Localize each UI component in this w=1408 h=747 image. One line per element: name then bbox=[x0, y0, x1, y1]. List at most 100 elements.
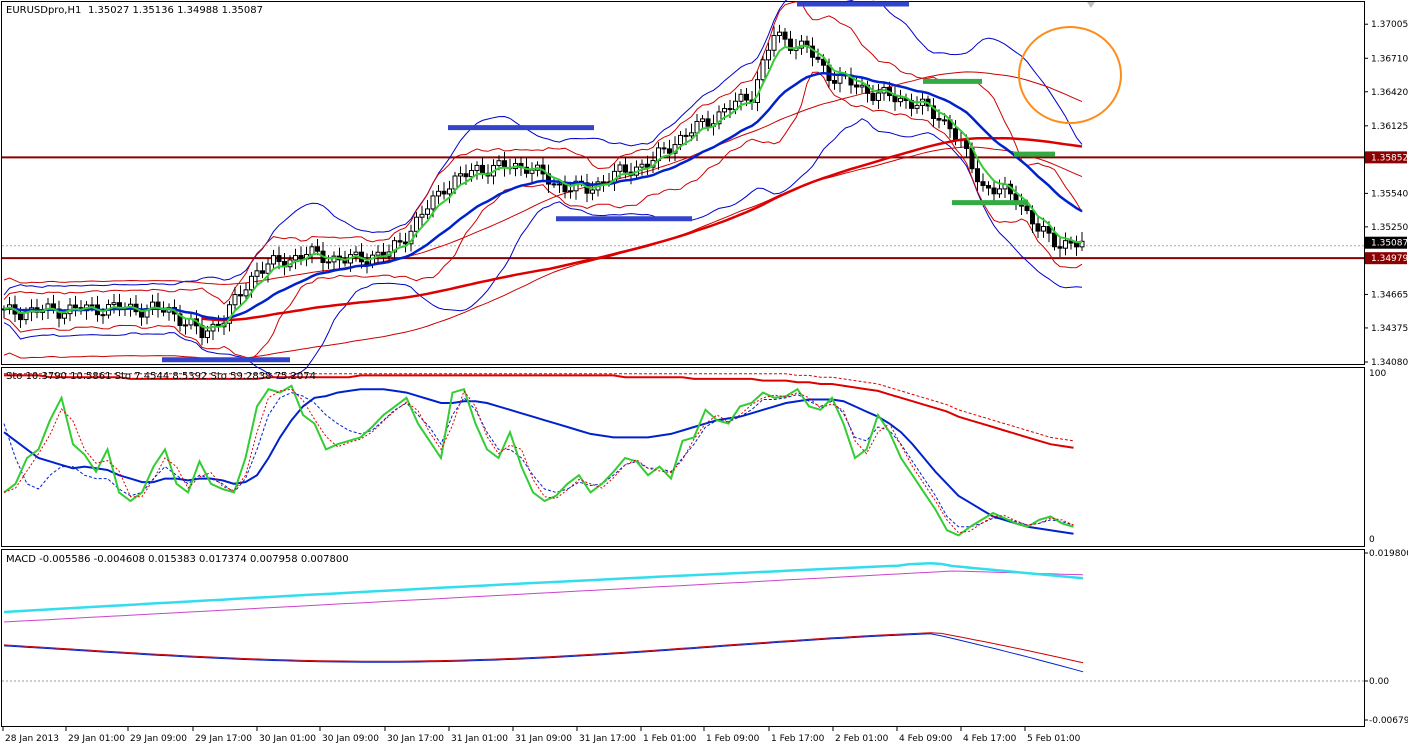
candle-body bbox=[111, 302, 117, 306]
price-tick-label-5: 1.35250 bbox=[1371, 223, 1408, 233]
candle-body bbox=[238, 294, 243, 297]
sto-tick-label-0: 100 bbox=[1369, 369, 1386, 379]
symbol-ohlc: 1.35027 1.35136 1.34988 1.35087 bbox=[88, 5, 263, 16]
candle-body bbox=[815, 56, 821, 60]
candle-body bbox=[414, 216, 419, 232]
candle-body bbox=[1024, 205, 1030, 212]
macd-tick-label-2: -0.006790 bbox=[1369, 716, 1408, 726]
candle-body bbox=[249, 275, 254, 291]
candle-body bbox=[447, 188, 452, 195]
candle-body bbox=[859, 84, 865, 88]
candle-body bbox=[1052, 232, 1057, 248]
candle-body bbox=[73, 304, 78, 309]
candle-body bbox=[441, 190, 447, 195]
candle-body bbox=[854, 84, 859, 88]
price-tick-label-3: 1.36125 bbox=[1371, 122, 1408, 132]
candle-body bbox=[617, 164, 623, 172]
candle-body bbox=[727, 108, 733, 111]
candle-body bbox=[639, 163, 645, 168]
trading-chart[interactable]: 1.37005 1.36710 1.36420 1.36125 1.35540 1.352… bbox=[0, 0, 1408, 747]
candle-body bbox=[419, 213, 425, 218]
candle-body bbox=[353, 251, 359, 256]
candle-body bbox=[876, 92, 881, 101]
candle-body bbox=[551, 183, 557, 186]
candle-body bbox=[705, 118, 711, 127]
candle-body bbox=[458, 173, 463, 177]
candle-body bbox=[375, 251, 381, 256]
macd-tick-label-1: 0.00 bbox=[1369, 677, 1389, 687]
candle-body bbox=[232, 294, 238, 306]
candle-body bbox=[557, 183, 562, 186]
main-panel[interactable] bbox=[1, 1, 1365, 365]
candle-body bbox=[496, 160, 502, 167]
candle-body bbox=[837, 74, 843, 84]
candle-body bbox=[832, 80, 837, 84]
macd-tick-label-0: 0.019800 bbox=[1369, 549, 1408, 559]
candle-body bbox=[1057, 246, 1063, 249]
macd-header: MACD -0.005586 -0.004608 0.015383 0.0173… bbox=[6, 554, 349, 565]
candle-body bbox=[298, 255, 304, 260]
candle-body bbox=[276, 255, 282, 263]
time-tick-label-2: 29 Jan 09:00 bbox=[130, 734, 187, 744]
candle-body bbox=[436, 190, 441, 197]
price-tick-label-0: 1.37005 bbox=[1371, 20, 1408, 30]
time-tick-label-3: 29 Jan 17:00 bbox=[195, 734, 252, 744]
candle-body bbox=[590, 189, 595, 194]
candle-body bbox=[502, 160, 507, 168]
candle-body bbox=[529, 169, 535, 174]
time-tick-label-13: 2 Feb 01:00 bbox=[835, 734, 889, 744]
candle-body bbox=[469, 170, 474, 178]
candle-body bbox=[760, 59, 766, 81]
price-tick-label-8: 1.34080 bbox=[1371, 358, 1408, 368]
candle-body bbox=[766, 49, 771, 61]
candle-body bbox=[474, 164, 480, 172]
candle-body bbox=[683, 134, 689, 137]
candle-body bbox=[645, 163, 650, 168]
candle-body bbox=[1041, 225, 1046, 232]
candle-body bbox=[661, 147, 667, 150]
candle-body bbox=[568, 190, 573, 193]
candle-body bbox=[254, 270, 260, 277]
candle-body bbox=[100, 314, 106, 317]
price-tick-label-2: 1.36420 bbox=[1371, 88, 1408, 98]
candle-body bbox=[403, 241, 408, 245]
candle-body bbox=[777, 31, 782, 36]
candle-body bbox=[260, 270, 265, 274]
price-tick-label-4: 1.35540 bbox=[1371, 189, 1408, 199]
candle-body bbox=[942, 119, 947, 122]
candle-body bbox=[1074, 242, 1079, 248]
candle-body bbox=[18, 313, 23, 321]
candle-body bbox=[430, 195, 436, 210]
candle-body bbox=[205, 330, 210, 339]
candle-body bbox=[425, 208, 430, 215]
time-tick-label-14: 4 Feb 09:00 bbox=[899, 734, 953, 744]
candle-body bbox=[265, 263, 271, 274]
candle-body bbox=[898, 97, 903, 103]
sto-tick-label-1: 0 bbox=[1369, 535, 1375, 545]
candle-body bbox=[89, 304, 95, 307]
candle-body bbox=[997, 188, 1002, 195]
candle-body bbox=[771, 34, 777, 51]
time-tick-label-8: 31 Jan 09:00 bbox=[515, 734, 572, 744]
symbol-title: EURUSDpro,H1 bbox=[6, 5, 81, 16]
candle-body bbox=[991, 187, 997, 195]
candle-body bbox=[953, 128, 958, 141]
time-tick-label-4: 30 Jan 01:00 bbox=[259, 734, 316, 744]
candle-body bbox=[1035, 223, 1041, 232]
candle-body bbox=[738, 93, 744, 102]
candle-body bbox=[689, 132, 694, 137]
candle-body bbox=[62, 313, 67, 319]
candle-body bbox=[364, 261, 370, 265]
candle-body bbox=[480, 164, 485, 174]
candle-body bbox=[980, 181, 986, 187]
candle-body bbox=[271, 255, 276, 265]
candle-body bbox=[986, 185, 991, 189]
time-tick-label-6: 30 Jan 17:00 bbox=[387, 734, 444, 744]
candle-body bbox=[397, 240, 403, 243]
candle-body bbox=[463, 173, 469, 178]
candle-body bbox=[936, 118, 942, 121]
candle-body bbox=[914, 104, 920, 109]
candle-body bbox=[870, 92, 876, 101]
candle-body bbox=[975, 168, 980, 183]
candle-body bbox=[326, 261, 331, 264]
